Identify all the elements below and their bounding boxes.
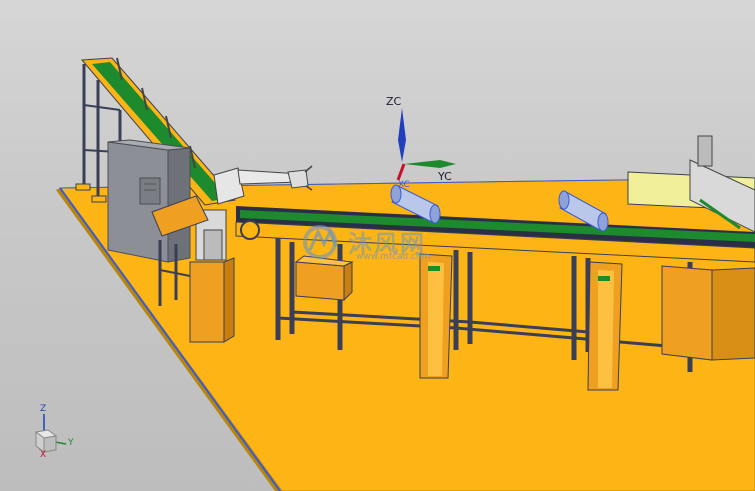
zc-axis-arrow	[398, 108, 406, 162]
assembly-scene[interactable]	[0, 0, 755, 491]
wcs-xc-label: XC	[398, 180, 410, 190]
electrical-cabinet[interactable]	[107, 139, 191, 263]
triad-y-label: Y	[68, 438, 74, 448]
triad-x-label: X	[40, 450, 47, 460]
view-triad[interactable]: Z Y X	[18, 398, 88, 468]
discharge-chute-2[interactable]	[587, 261, 623, 391]
wcs-zc-label: ZC	[386, 95, 402, 108]
yc-axis-arrow	[404, 160, 456, 168]
orange-bin-left[interactable]	[294, 255, 354, 302]
orange-bin-right[interactable]	[661, 265, 755, 361]
cad-viewport[interactable]: ZC YC XC Z Y X 沐风网 www.mfcad.com	[0, 0, 755, 491]
triad-z-label: Z	[40, 404, 47, 414]
xc-axis-arrow	[396, 163, 406, 181]
wcs-yc-label: YC	[438, 170, 452, 183]
discharge-chute-1[interactable]	[419, 253, 453, 379]
